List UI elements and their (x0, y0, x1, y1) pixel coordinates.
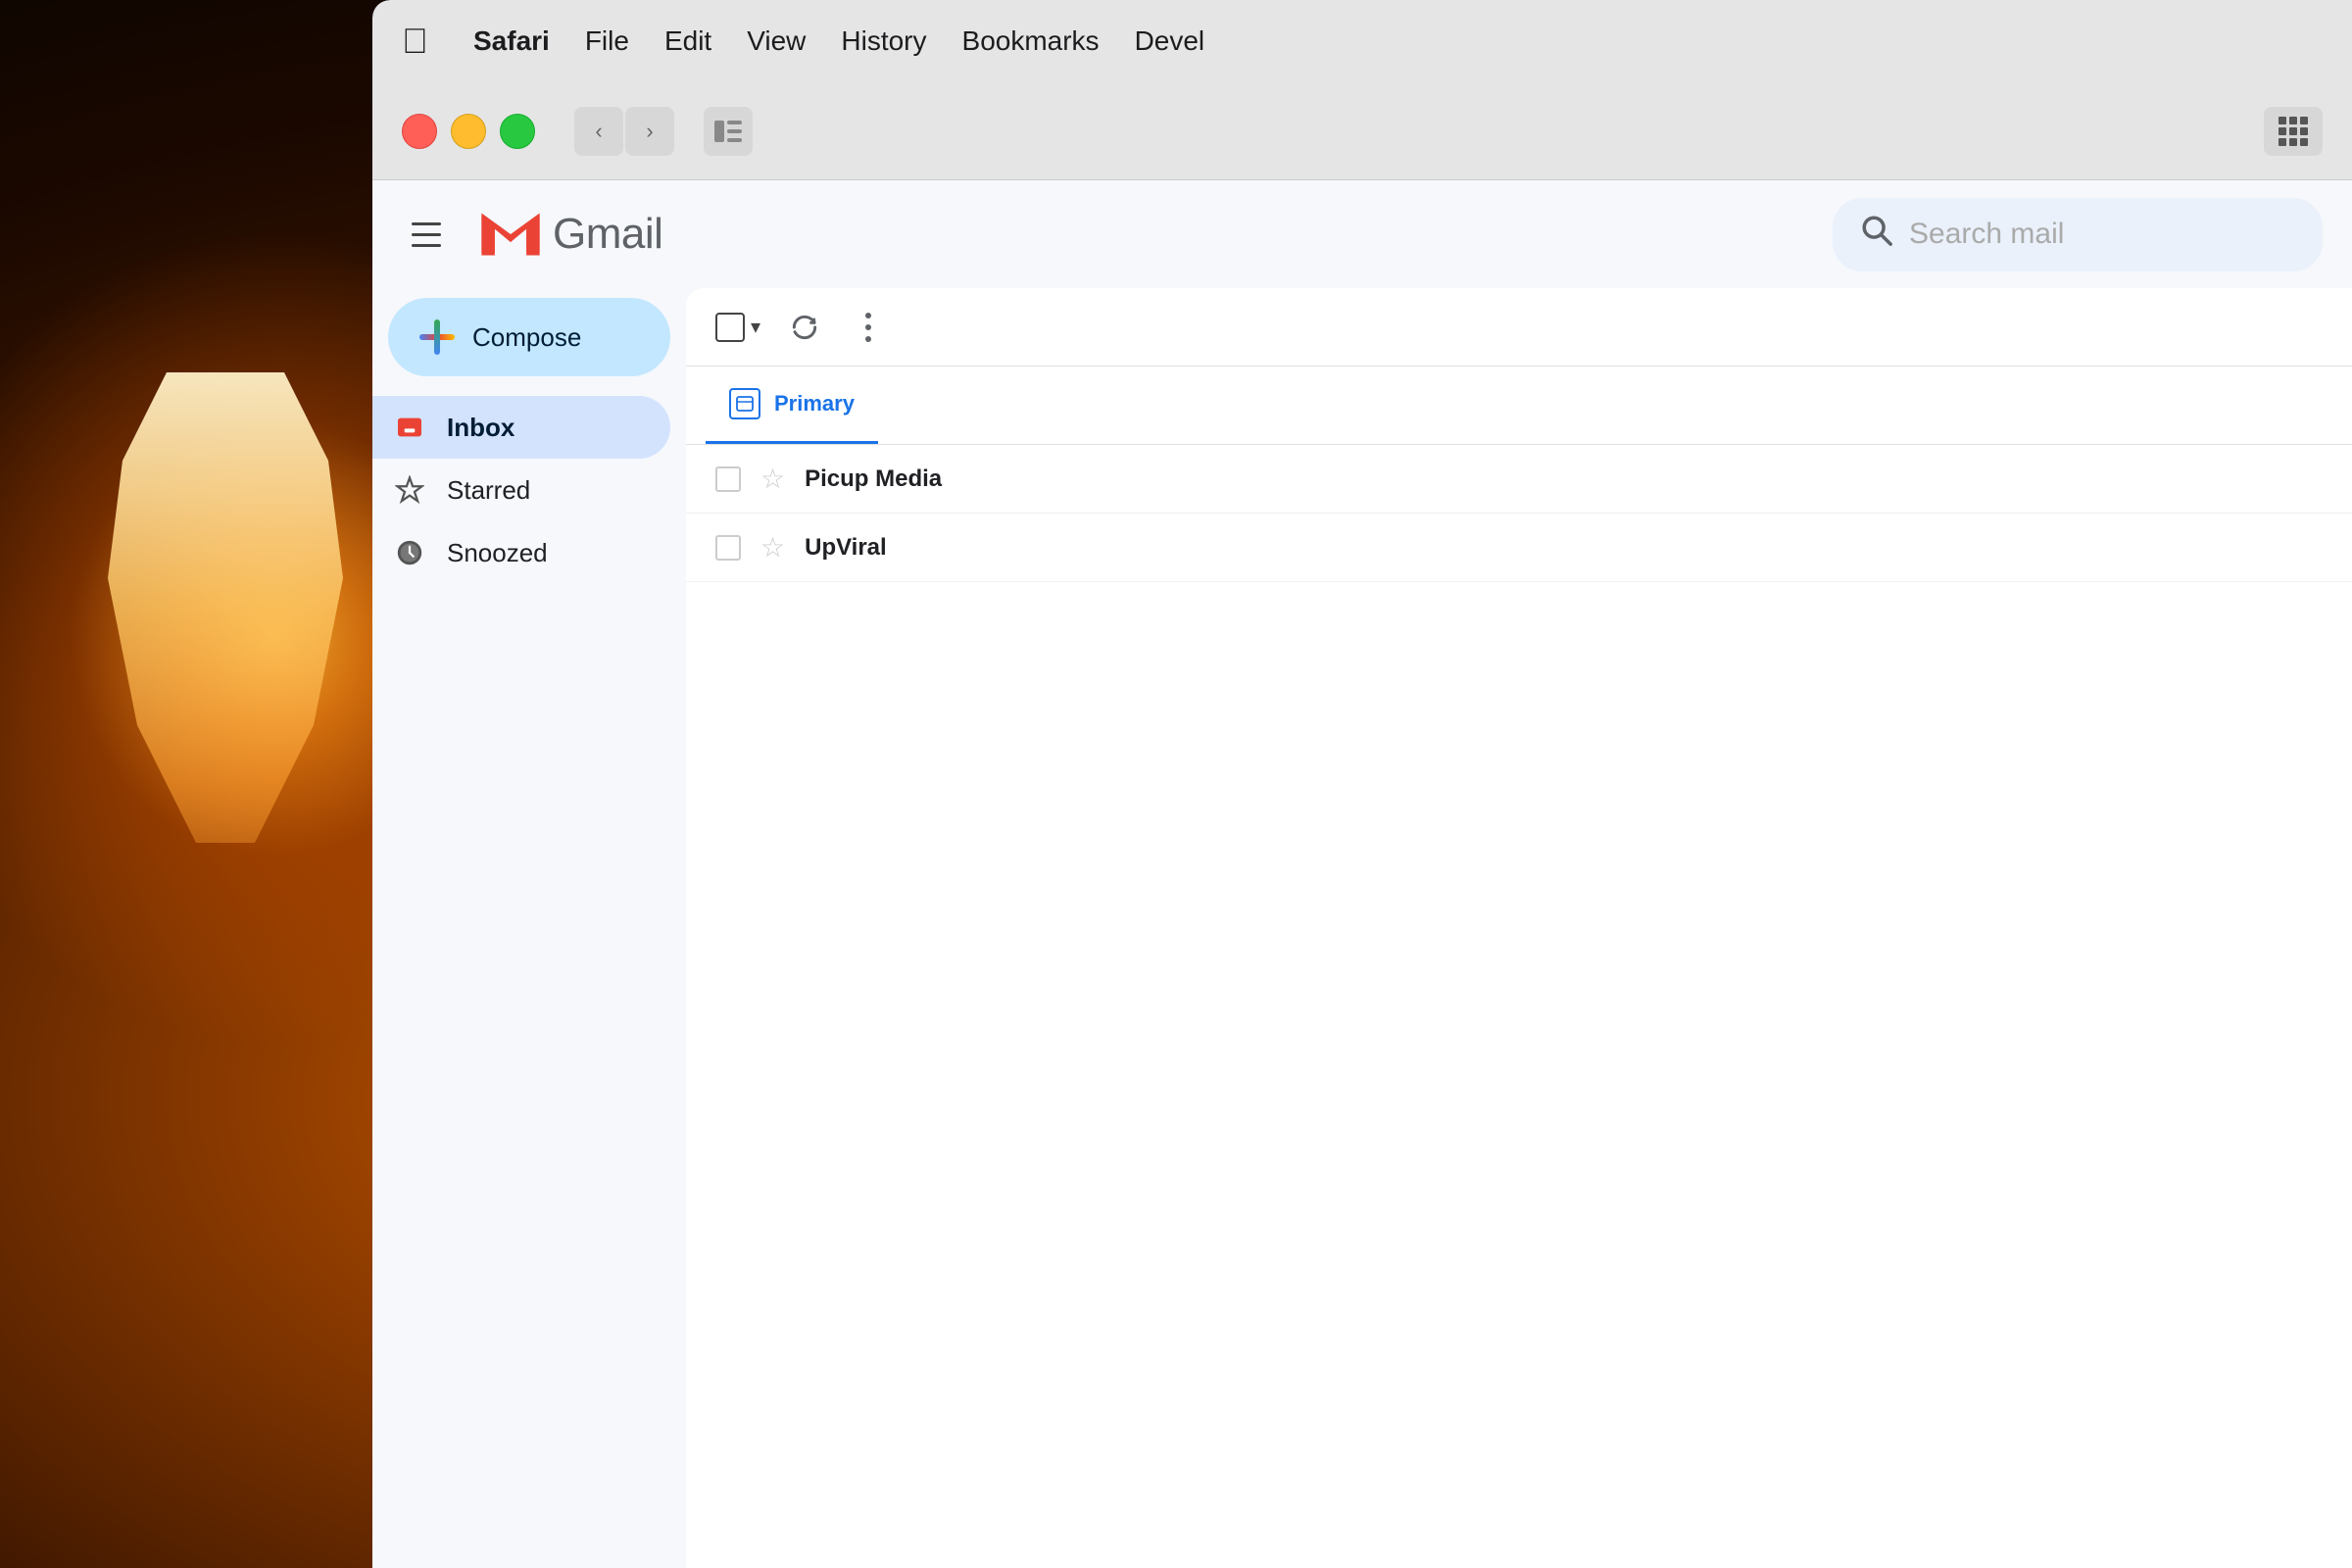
menu-safari[interactable]: Safari (456, 25, 567, 57)
forward-button[interactable]: › (625, 107, 674, 156)
sidebar-toggle-icon (714, 121, 742, 142)
sidebar-item-inbox[interactable]: Inbox (372, 396, 670, 459)
more-options-button[interactable] (849, 303, 888, 352)
email-star-button[interactable]: ☆ (760, 463, 785, 495)
email-tabs: Primary (686, 367, 2352, 445)
compose-button[interactable]: Compose (388, 298, 670, 376)
snoozed-icon (392, 535, 427, 570)
grid-icon (2278, 117, 2308, 146)
apps-grid-button[interactable] (2264, 107, 2323, 156)
fullscreen-button[interactable] (500, 114, 535, 149)
tab-primary-label: Primary (774, 391, 855, 416)
email-list: ▾ (686, 288, 2352, 1568)
search-bar[interactable]: Search mail (1833, 198, 2323, 271)
back-icon: ‹ (595, 119, 602, 144)
email-star-button[interactable]: ☆ (760, 531, 785, 564)
safari-toolbar: ‹ › (372, 82, 2352, 180)
hamburger-menu-button[interactable] (402, 205, 461, 264)
star-icon (392, 472, 427, 508)
table-row[interactable]: ☆ Picup Media (686, 445, 2352, 514)
apple-menu-icon[interactable]:  (402, 21, 428, 62)
sidebar-item-snoozed[interactable]: Snoozed (372, 521, 670, 584)
menu-view[interactable]: View (729, 25, 823, 57)
inbox-icon (392, 410, 427, 445)
email-sender: UpViral (805, 534, 1079, 562)
select-all-checkbox[interactable]: ▾ (715, 313, 760, 342)
menu-history[interactable]: History (823, 25, 944, 57)
menu-develop[interactable]: Devel (1117, 25, 1223, 57)
checkbox-square (715, 313, 745, 342)
sidebar-toggle-button[interactable] (704, 107, 753, 156)
minimize-button[interactable] (451, 114, 486, 149)
navigation-buttons: ‹ › (574, 107, 674, 156)
traffic-lights (402, 114, 535, 149)
gmail-wordmark: Gmail (553, 210, 662, 259)
email-sender: Picup Media (805, 466, 1079, 493)
search-icon (1860, 214, 1893, 256)
search-mail-placeholder: Search mail (1909, 218, 2064, 251)
tab-primary[interactable]: Primary (706, 367, 878, 444)
forward-icon: › (646, 119, 653, 144)
menu-edit[interactable]: Edit (647, 25, 729, 57)
gmail-sidebar: Compose Inbox (372, 288, 686, 1568)
hamburger-line-3 (412, 244, 441, 247)
tab-primary-icon (729, 388, 760, 419)
compose-plus-icon (419, 319, 455, 355)
more-dot-3 (865, 336, 871, 342)
menu-bookmarks[interactable]: Bookmarks (945, 25, 1117, 57)
starred-label: Starred (447, 475, 530, 506)
mac-window:  Safari File Edit View History Bookmark… (372, 0, 2352, 1568)
compose-label: Compose (472, 322, 581, 353)
gmail-body: Compose Inbox (372, 288, 2352, 1568)
snoozed-label: Snoozed (447, 538, 548, 568)
hamburger-line-1 (412, 222, 441, 225)
email-checkbox[interactable] (715, 466, 741, 492)
email-list-toolbar: ▾ (686, 288, 2352, 367)
menu-file[interactable]: File (567, 25, 647, 57)
more-dot-1 (865, 313, 871, 318)
inbox-label: Inbox (447, 413, 514, 443)
more-dot-2 (865, 324, 871, 330)
macos-menubar:  Safari File Edit View History Bookmark… (372, 0, 2352, 82)
sidebar-item-starred[interactable]: Starred (372, 459, 670, 521)
refresh-button[interactable] (780, 303, 829, 352)
email-checkbox[interactable] (715, 535, 741, 561)
gmail-header: Gmail Search mail (372, 180, 2352, 288)
gmail-logo: Gmail (476, 200, 662, 269)
hamburger-line-2 (412, 233, 441, 236)
close-button[interactable] (402, 114, 437, 149)
back-button[interactable]: ‹ (574, 107, 623, 156)
gmail-content: Gmail Search mail (372, 180, 2352, 1568)
checkbox-dropdown-arrow: ▾ (751, 315, 760, 339)
gmail-m-icon (476, 200, 545, 269)
table-row[interactable]: ☆ UpViral (686, 514, 2352, 582)
